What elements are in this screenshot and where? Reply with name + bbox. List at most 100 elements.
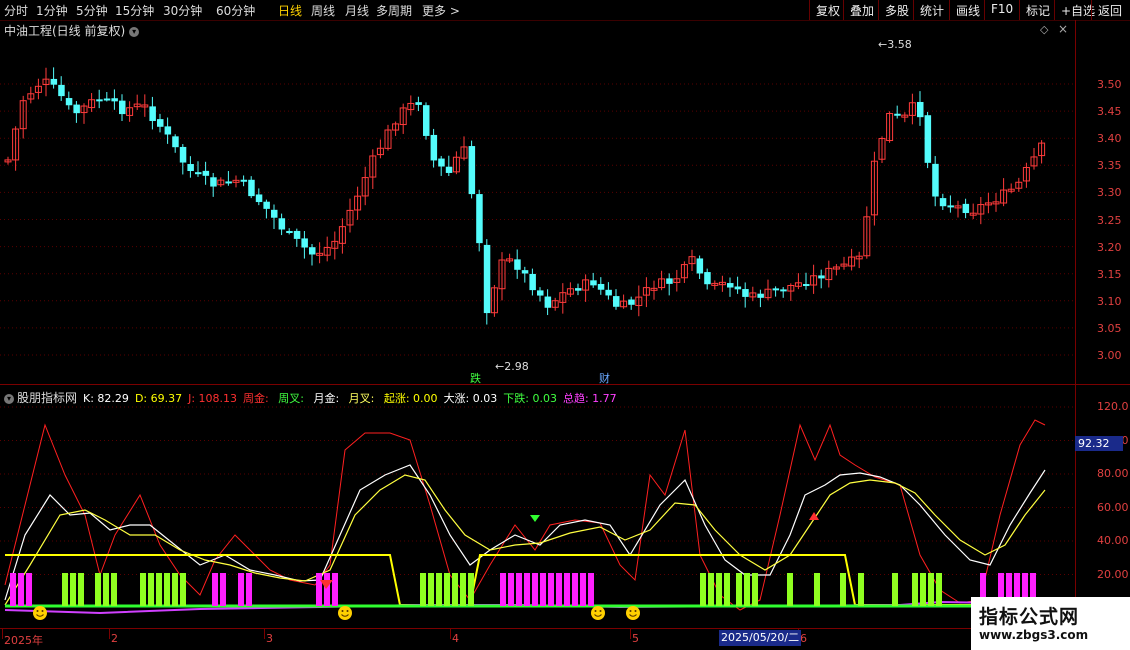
candle-body bbox=[240, 179, 248, 182]
period-tab-4[interactable]: 30分钟 bbox=[163, 2, 202, 19]
toolbar-button-5[interactable]: F10 bbox=[984, 0, 1019, 20]
decline-bar bbox=[70, 573, 76, 606]
candle-body bbox=[514, 259, 521, 270]
surge-bar bbox=[324, 573, 330, 606]
smiley-eye bbox=[341, 610, 344, 612]
surge-bar bbox=[212, 573, 218, 606]
candle-body bbox=[415, 102, 422, 105]
candle-body bbox=[696, 258, 704, 274]
decline-bar bbox=[920, 573, 926, 606]
decline-bar bbox=[420, 573, 426, 606]
price-tick: 3.20 bbox=[1097, 240, 1122, 254]
period-toolbar: 分时 1分钟 5分钟 15分钟 30分钟 60分钟 日线 周线 月线 多周期 更多 > 复权 叠加 多股统… bbox=[0, 0, 1130, 21]
toolbar-button-3[interactable]: 统计 bbox=[913, 0, 950, 20]
candle-body bbox=[521, 270, 529, 274]
surge-bar bbox=[564, 573, 570, 606]
candle-body bbox=[423, 105, 430, 136]
candle-body bbox=[605, 289, 612, 296]
toolbar-button-1[interactable]: 叠加 bbox=[843, 0, 880, 20]
surge-bar bbox=[220, 573, 226, 606]
period-tab-8[interactable]: 月线 bbox=[345, 2, 369, 19]
candle-body bbox=[278, 218, 286, 230]
candle-body bbox=[704, 272, 711, 285]
candle-body bbox=[271, 209, 278, 218]
candle-body bbox=[293, 230, 301, 239]
surge-bar bbox=[332, 573, 338, 606]
candle-body bbox=[103, 98, 111, 101]
price-tick: 3.00 bbox=[1097, 349, 1122, 362]
decline-bar bbox=[928, 573, 934, 606]
candle-body bbox=[430, 134, 438, 161]
surge-bar bbox=[548, 573, 554, 606]
time-tick-mark bbox=[630, 629, 631, 639]
decline-bar bbox=[444, 573, 450, 606]
period-tab-0[interactable]: 分时 bbox=[4, 2, 28, 19]
low-price-value: 2.98 bbox=[504, 360, 529, 373]
candle-body bbox=[803, 284, 810, 287]
decline-bar bbox=[78, 573, 84, 606]
period-tab-7[interactable]: 周线 bbox=[311, 2, 335, 19]
marker-cai[interactable]: 财 bbox=[599, 370, 610, 386]
decline-bar bbox=[148, 573, 154, 606]
decline-bar bbox=[436, 573, 442, 606]
toolbar-button-4[interactable]: 画线 bbox=[949, 0, 986, 20]
decline-bar bbox=[700, 573, 706, 606]
surge-bar bbox=[316, 573, 322, 606]
candle-body bbox=[734, 286, 742, 290]
decline-bar bbox=[787, 573, 793, 606]
period-tab-5[interactable]: 60分钟 bbox=[216, 2, 255, 19]
candle-body bbox=[179, 146, 187, 163]
toolbar-button-8[interactable]: 返回 bbox=[1091, 0, 1128, 20]
surge-bar bbox=[508, 573, 514, 606]
watermark-url: www.zbgs3.com bbox=[979, 628, 1089, 642]
decline-bar bbox=[140, 573, 146, 606]
smiley-eye bbox=[41, 610, 44, 612]
kdj-indicator-chart[interactable] bbox=[0, 385, 1075, 628]
period-tab-1[interactable]: 1分钟 bbox=[36, 2, 68, 19]
price-tick: 3.30 bbox=[1097, 186, 1122, 200]
watermark: 指标公式网 www.zbgs3.com bbox=[971, 597, 1130, 650]
candle-body bbox=[924, 115, 932, 163]
period-tab-9[interactable]: 多周期 bbox=[376, 2, 412, 19]
candle-body bbox=[164, 126, 172, 135]
candle-body bbox=[590, 280, 597, 286]
decline-bar bbox=[724, 573, 730, 606]
surge-bar bbox=[500, 573, 506, 606]
period-tab-3[interactable]: 15分钟 bbox=[115, 2, 154, 19]
smiley-eye bbox=[594, 610, 597, 612]
candlestick-chart[interactable] bbox=[0, 20, 1075, 384]
surge-bar bbox=[26, 573, 32, 606]
price-tick: 3.45 bbox=[1097, 105, 1122, 119]
smiley-eye bbox=[599, 610, 602, 612]
candle-body bbox=[445, 166, 453, 173]
candle-body bbox=[225, 181, 232, 184]
decline-bar bbox=[840, 573, 846, 606]
toolbar-button-0[interactable]: 复权 bbox=[809, 0, 846, 20]
candle-body bbox=[202, 170, 210, 176]
decline-bar bbox=[452, 573, 458, 606]
indicator-tick: 80.00 bbox=[1097, 467, 1129, 480]
toolbar-button-2[interactable]: 多股 bbox=[878, 0, 915, 20]
decline-bar bbox=[164, 573, 170, 606]
current-value-badge: 92.32 bbox=[1075, 436, 1123, 451]
period-tab-6[interactable]: 日线 bbox=[278, 2, 302, 19]
decline-bar bbox=[814, 573, 820, 606]
sell-arrow-icon bbox=[530, 515, 540, 522]
decline-bar bbox=[156, 573, 162, 606]
time-tick: 2025年 bbox=[4, 634, 43, 647]
decline-bar bbox=[180, 573, 186, 606]
decline-bar bbox=[708, 573, 714, 606]
surge-bar bbox=[18, 573, 24, 606]
surge-bar bbox=[580, 573, 586, 606]
toolbar-button-6[interactable]: 标记 bbox=[1019, 0, 1056, 20]
price-tick: 3.05 bbox=[1097, 321, 1122, 335]
indicator-tick: 20.00 bbox=[1097, 567, 1129, 581]
candle-body bbox=[962, 203, 970, 214]
surge-bar bbox=[532, 573, 538, 606]
marker-die[interactable]: 跌 bbox=[470, 370, 481, 386]
candle-body bbox=[932, 163, 939, 197]
period-tab-10[interactable]: 更多 > bbox=[422, 2, 460, 19]
candle-body bbox=[818, 275, 825, 279]
period-tab-2[interactable]: 5分钟 bbox=[76, 2, 108, 19]
decline-bar bbox=[95, 573, 101, 606]
